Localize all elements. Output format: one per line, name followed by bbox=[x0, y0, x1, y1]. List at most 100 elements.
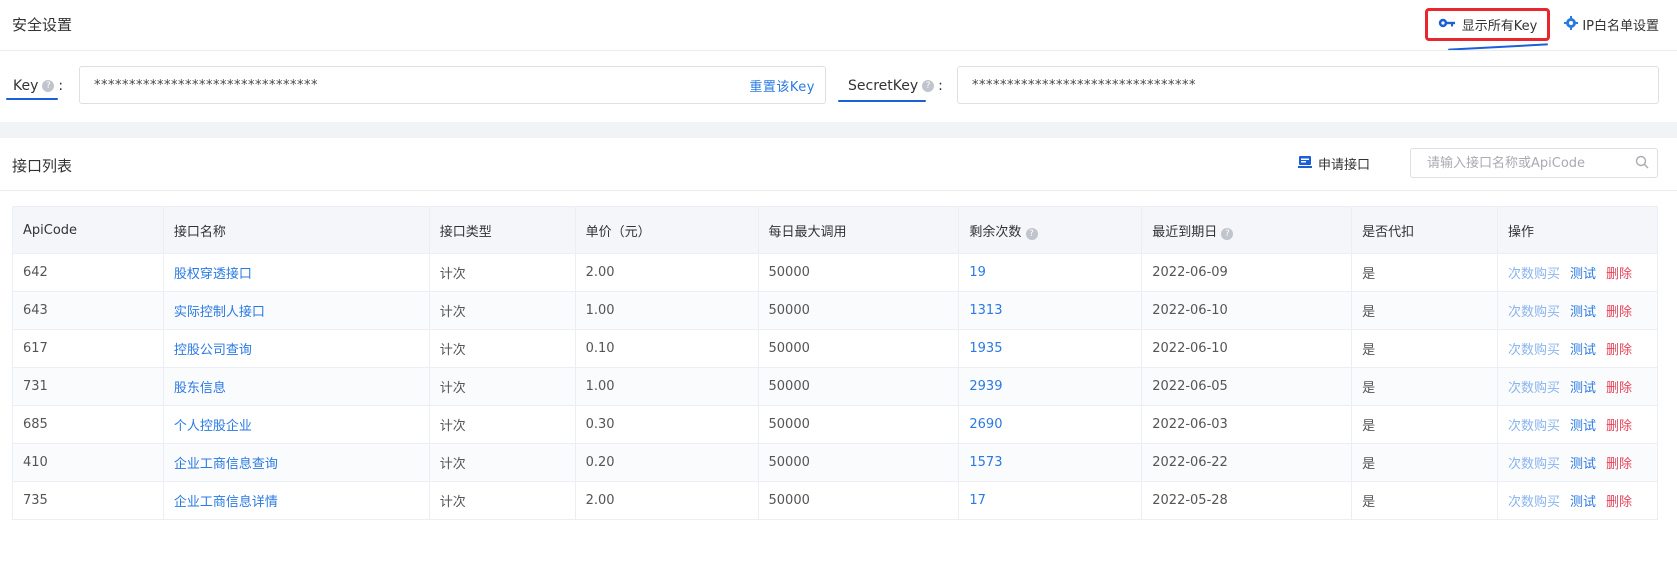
cell-remaining[interactable]: 17 bbox=[958, 481, 1143, 520]
show-all-keys-button[interactable]: 显示所有Key bbox=[1424, 8, 1551, 41]
col-expire-date: 最近到期日 ? bbox=[1141, 206, 1353, 254]
cell-auto-deduct: 是 bbox=[1351, 253, 1499, 292]
cell-remaining[interactable]: 2939 bbox=[958, 367, 1143, 406]
secretkey-value: ******************************** bbox=[972, 77, 1196, 93]
cell-actions: 次数购买 测试 删除 bbox=[1497, 329, 1658, 368]
ip-whitelist-label: IP白名单设置 bbox=[1582, 19, 1659, 34]
cell-api-type: 计次 bbox=[428, 367, 576, 406]
buy-link[interactable]: 次数购买 bbox=[1508, 419, 1560, 434]
help-icon[interactable]: ? bbox=[1025, 227, 1038, 240]
test-link[interactable]: 测试 bbox=[1570, 495, 1596, 510]
cell-api-type: 计次 bbox=[428, 329, 576, 368]
cell-apicode: 642 bbox=[12, 253, 164, 292]
top-actions: 显示所有Key IP白名单设置 bbox=[1424, 8, 1659, 41]
cell-daily-max: 50000 bbox=[757, 253, 960, 292]
cell-remaining[interactable]: 1935 bbox=[958, 329, 1143, 368]
table-row: 643 实际控制人接口 计次 1.00 50000 1313 2022-06-1… bbox=[12, 291, 1658, 330]
buy-link[interactable]: 次数购买 bbox=[1508, 267, 1560, 282]
key-field[interactable]: ******************************** 重置该Key bbox=[79, 66, 826, 104]
key-label: Key ? : bbox=[13, 78, 63, 94]
cell-api-name[interactable]: 实际控制人接口 bbox=[162, 291, 430, 330]
delete-link[interactable]: 删除 bbox=[1606, 267, 1632, 282]
cell-api-name[interactable]: 企业工商信息详情 bbox=[162, 481, 430, 520]
buy-link[interactable]: 次数购买 bbox=[1508, 381, 1560, 396]
cell-expire-date: 2022-06-05 bbox=[1141, 367, 1353, 406]
cell-api-name[interactable]: 企业工商信息查询 bbox=[162, 443, 430, 482]
table-header-row: ApiCode 接口名称 接口类型 单价（元） 每日最大调用 剩余次数 ? 最近… bbox=[12, 206, 1658, 254]
cell-api-name[interactable]: 股东信息 bbox=[162, 367, 430, 406]
table-row: 685 个人控股企业 计次 0.30 50000 2690 2022-06-03… bbox=[12, 405, 1658, 444]
cell-api-type: 计次 bbox=[428, 405, 576, 444]
annotation-underline bbox=[838, 100, 926, 102]
section-separator bbox=[0, 122, 1677, 138]
cell-daily-max: 50000 bbox=[757, 291, 960, 330]
cell-actions: 次数购买 测试 删除 bbox=[1497, 367, 1658, 406]
cell-daily-max: 50000 bbox=[757, 367, 960, 406]
cell-apicode: 735 bbox=[12, 481, 164, 520]
delete-link[interactable]: 删除 bbox=[1606, 381, 1632, 396]
cell-remaining[interactable]: 19 bbox=[958, 253, 1143, 292]
cell-api-name[interactable]: 股权穿透接口 bbox=[162, 253, 430, 292]
api-search bbox=[1410, 148, 1658, 178]
reset-key-link[interactable]: 重置该Key bbox=[749, 76, 815, 95]
buy-link[interactable]: 次数购买 bbox=[1508, 495, 1560, 510]
cell-unit-price: 1.00 bbox=[574, 291, 759, 330]
security-settings-title: 安全设置 bbox=[12, 16, 73, 34]
cell-apicode: 643 bbox=[12, 291, 164, 330]
divider bbox=[0, 190, 1677, 191]
test-link[interactable]: 测试 bbox=[1570, 381, 1596, 396]
cell-unit-price: 0.10 bbox=[574, 329, 759, 368]
cell-unit-price: 2.00 bbox=[574, 481, 759, 520]
cell-actions: 次数购买 测试 删除 bbox=[1497, 405, 1658, 444]
help-icon[interactable]: ? bbox=[42, 80, 55, 92]
key-label-text: Key bbox=[13, 78, 39, 94]
test-link[interactable]: 测试 bbox=[1570, 267, 1596, 282]
cell-actions: 次数购买 测试 删除 bbox=[1497, 443, 1658, 482]
delete-link[interactable]: 删除 bbox=[1606, 457, 1632, 472]
buy-link[interactable]: 次数购买 bbox=[1508, 343, 1560, 358]
cell-unit-price: 0.30 bbox=[574, 405, 759, 444]
table-row: 735 企业工商信息详情 计次 2.00 50000 17 2022-05-28… bbox=[12, 481, 1658, 520]
cell-api-name[interactable]: 个人控股企业 bbox=[162, 405, 430, 444]
key-icon bbox=[1438, 17, 1456, 33]
cell-api-name[interactable]: 控股公司查询 bbox=[162, 329, 430, 368]
help-icon[interactable]: ? bbox=[922, 80, 935, 92]
ip-whitelist-button[interactable]: IP白名单设置 bbox=[1564, 15, 1659, 34]
divider bbox=[0, 50, 1677, 51]
apply-api-button[interactable]: 申请接口 bbox=[1298, 154, 1370, 173]
cell-api-type: 计次 bbox=[428, 253, 576, 292]
secretkey-colon: : bbox=[938, 78, 943, 94]
help-icon[interactable]: ? bbox=[1221, 227, 1234, 240]
secretkey-field[interactable]: ******************************** bbox=[957, 66, 1659, 104]
cell-expire-date: 2022-06-10 bbox=[1141, 291, 1353, 330]
delete-link[interactable]: 删除 bbox=[1606, 343, 1632, 358]
cell-remaining[interactable]: 1313 bbox=[958, 291, 1143, 330]
cell-apicode: 410 bbox=[12, 443, 164, 482]
cell-remaining[interactable]: 2690 bbox=[958, 405, 1143, 444]
col-actions: 操作 bbox=[1497, 206, 1658, 254]
test-link[interactable]: 测试 bbox=[1570, 343, 1596, 358]
test-link[interactable]: 测试 bbox=[1570, 457, 1596, 472]
key-value: ******************************** bbox=[94, 77, 318, 93]
buy-link[interactable]: 次数购买 bbox=[1508, 305, 1560, 320]
api-search-input[interactable] bbox=[1425, 154, 1635, 172]
api-list-title: 接口列表 bbox=[12, 157, 73, 175]
show-all-keys-label: 显示所有Key bbox=[1461, 19, 1538, 34]
gear-icon bbox=[1564, 15, 1579, 34]
cell-remaining[interactable]: 1573 bbox=[958, 443, 1143, 482]
cell-auto-deduct: 是 bbox=[1351, 443, 1499, 482]
delete-link[interactable]: 删除 bbox=[1606, 419, 1632, 434]
delete-link[interactable]: 删除 bbox=[1606, 495, 1632, 510]
cell-daily-max: 50000 bbox=[757, 329, 960, 368]
col-auto-deduct: 是否代扣 bbox=[1351, 206, 1499, 254]
test-link[interactable]: 测试 bbox=[1570, 419, 1596, 434]
delete-link[interactable]: 删除 bbox=[1606, 305, 1632, 320]
search-icon[interactable] bbox=[1635, 154, 1649, 173]
table-row: 617 控股公司查询 计次 0.10 50000 1935 2022-06-10… bbox=[12, 329, 1658, 368]
test-link[interactable]: 测试 bbox=[1570, 305, 1596, 320]
cell-auto-deduct: 是 bbox=[1351, 329, 1499, 368]
col-daily-max: 每日最大调用 bbox=[757, 206, 960, 254]
buy-link[interactable]: 次数购买 bbox=[1508, 457, 1560, 472]
cell-unit-price: 2.00 bbox=[574, 253, 759, 292]
col-unit-price: 单价（元） bbox=[574, 206, 759, 254]
